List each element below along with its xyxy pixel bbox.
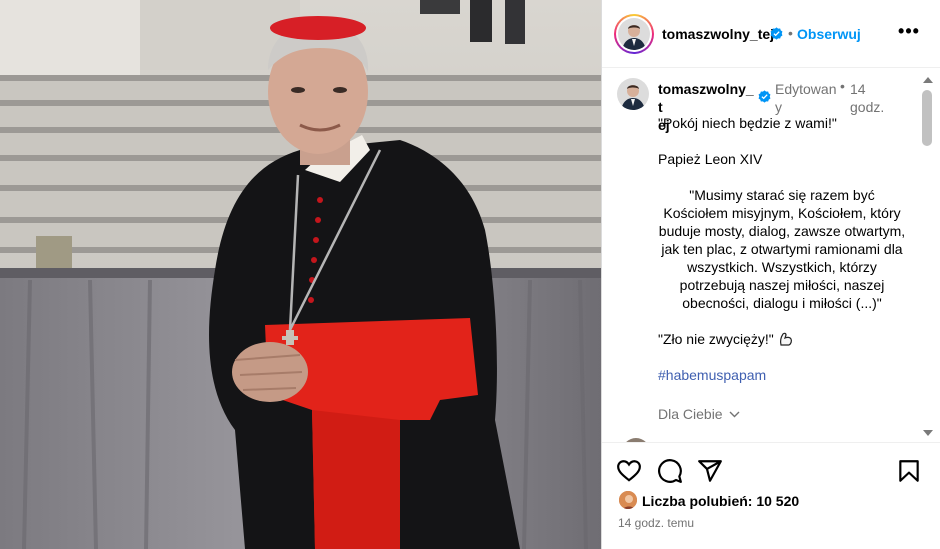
heart-icon[interactable] <box>616 458 642 484</box>
cardinal-photo-image <box>0 0 601 549</box>
comment-avatar[interactable] <box>622 438 650 442</box>
caption-paragraph: "Musimy starać się razem być Kościołem m… <box>658 187 906 311</box>
scroll-down-arrow-icon[interactable] <box>923 430 933 436</box>
caption-paragraph: Papież Leon XIV <box>658 151 763 167</box>
likes-count[interactable]: Liczba polubień: 10 520 <box>642 493 799 509</box>
post-side-panel: tomaszwolny_tej • Obserwuj ••• tomaszwol… <box>601 0 940 549</box>
post-photo[interactable] <box>0 0 601 549</box>
for-you-label: Dla Ciebie <box>658 406 723 422</box>
caption-paragraph: "Pokój niech będzie z wami!" <box>658 115 837 131</box>
chevron-down-icon <box>729 411 740 418</box>
verified-badge-icon <box>770 27 783 40</box>
follow-button[interactable]: Obserwuj <box>797 26 861 42</box>
liker-photo-icon <box>619 491 637 509</box>
caption-time-line1: 14 <box>850 81 866 97</box>
caption-text: "Pokój niech będzie z wami!" Papież Leon… <box>658 114 906 402</box>
comment-icon[interactable] <box>657 458 683 484</box>
post-timestamp[interactable]: 14 godz. temu <box>618 516 694 530</box>
liker-avatar[interactable] <box>618 490 638 510</box>
bookmark-icon[interactable] <box>896 458 922 484</box>
more-options-icon[interactable]: ••• <box>897 22 921 44</box>
header-username[interactable]: tomaszwolny_tej <box>662 26 774 42</box>
caption-verified-badge-icon <box>758 90 771 103</box>
caption-time[interactable]: 14 godz. <box>850 80 890 116</box>
caption-time-line2: godz. <box>850 99 885 115</box>
post-actions: Liczba polubień: 10 520 14 godz. temu <box>602 444 940 549</box>
share-icon[interactable] <box>697 458 723 484</box>
caption-scrollbar[interactable] <box>920 74 936 440</box>
profile-avatar[interactable] <box>614 14 654 54</box>
caption-avatar[interactable] <box>617 78 649 110</box>
for-you-dropdown[interactable]: Dla Ciebie <box>658 406 740 422</box>
scroll-up-arrow-icon[interactable] <box>923 77 933 83</box>
caption-paragraph-emoji: "Zło nie zwycięży!" <box>658 330 906 348</box>
caption-section: tomaszwolny_t ej Edytowan y • 14 godz. "… <box>602 68 940 443</box>
caption-profile-photo-icon <box>617 78 649 110</box>
scrollbar-thumb[interactable] <box>922 90 932 146</box>
profile-photo-icon <box>618 18 650 50</box>
hashtag-link[interactable]: #habemuspapam <box>658 366 906 384</box>
caption-separator: • <box>840 78 845 94</box>
edited-label: Edytowan y <box>775 80 839 116</box>
caption-paragraph: "Zło nie zwycięży!" <box>658 331 774 347</box>
flexed-biceps-emoji-icon <box>779 332 792 346</box>
edited-line1: Edytowan <box>775 81 837 97</box>
post-header: tomaszwolny_tej • Obserwuj ••• <box>602 0 940 68</box>
caption-username-line1: tomaszwolny_t <box>658 81 754 115</box>
edited-line2: y <box>775 99 782 115</box>
header-separator: • <box>788 25 793 41</box>
